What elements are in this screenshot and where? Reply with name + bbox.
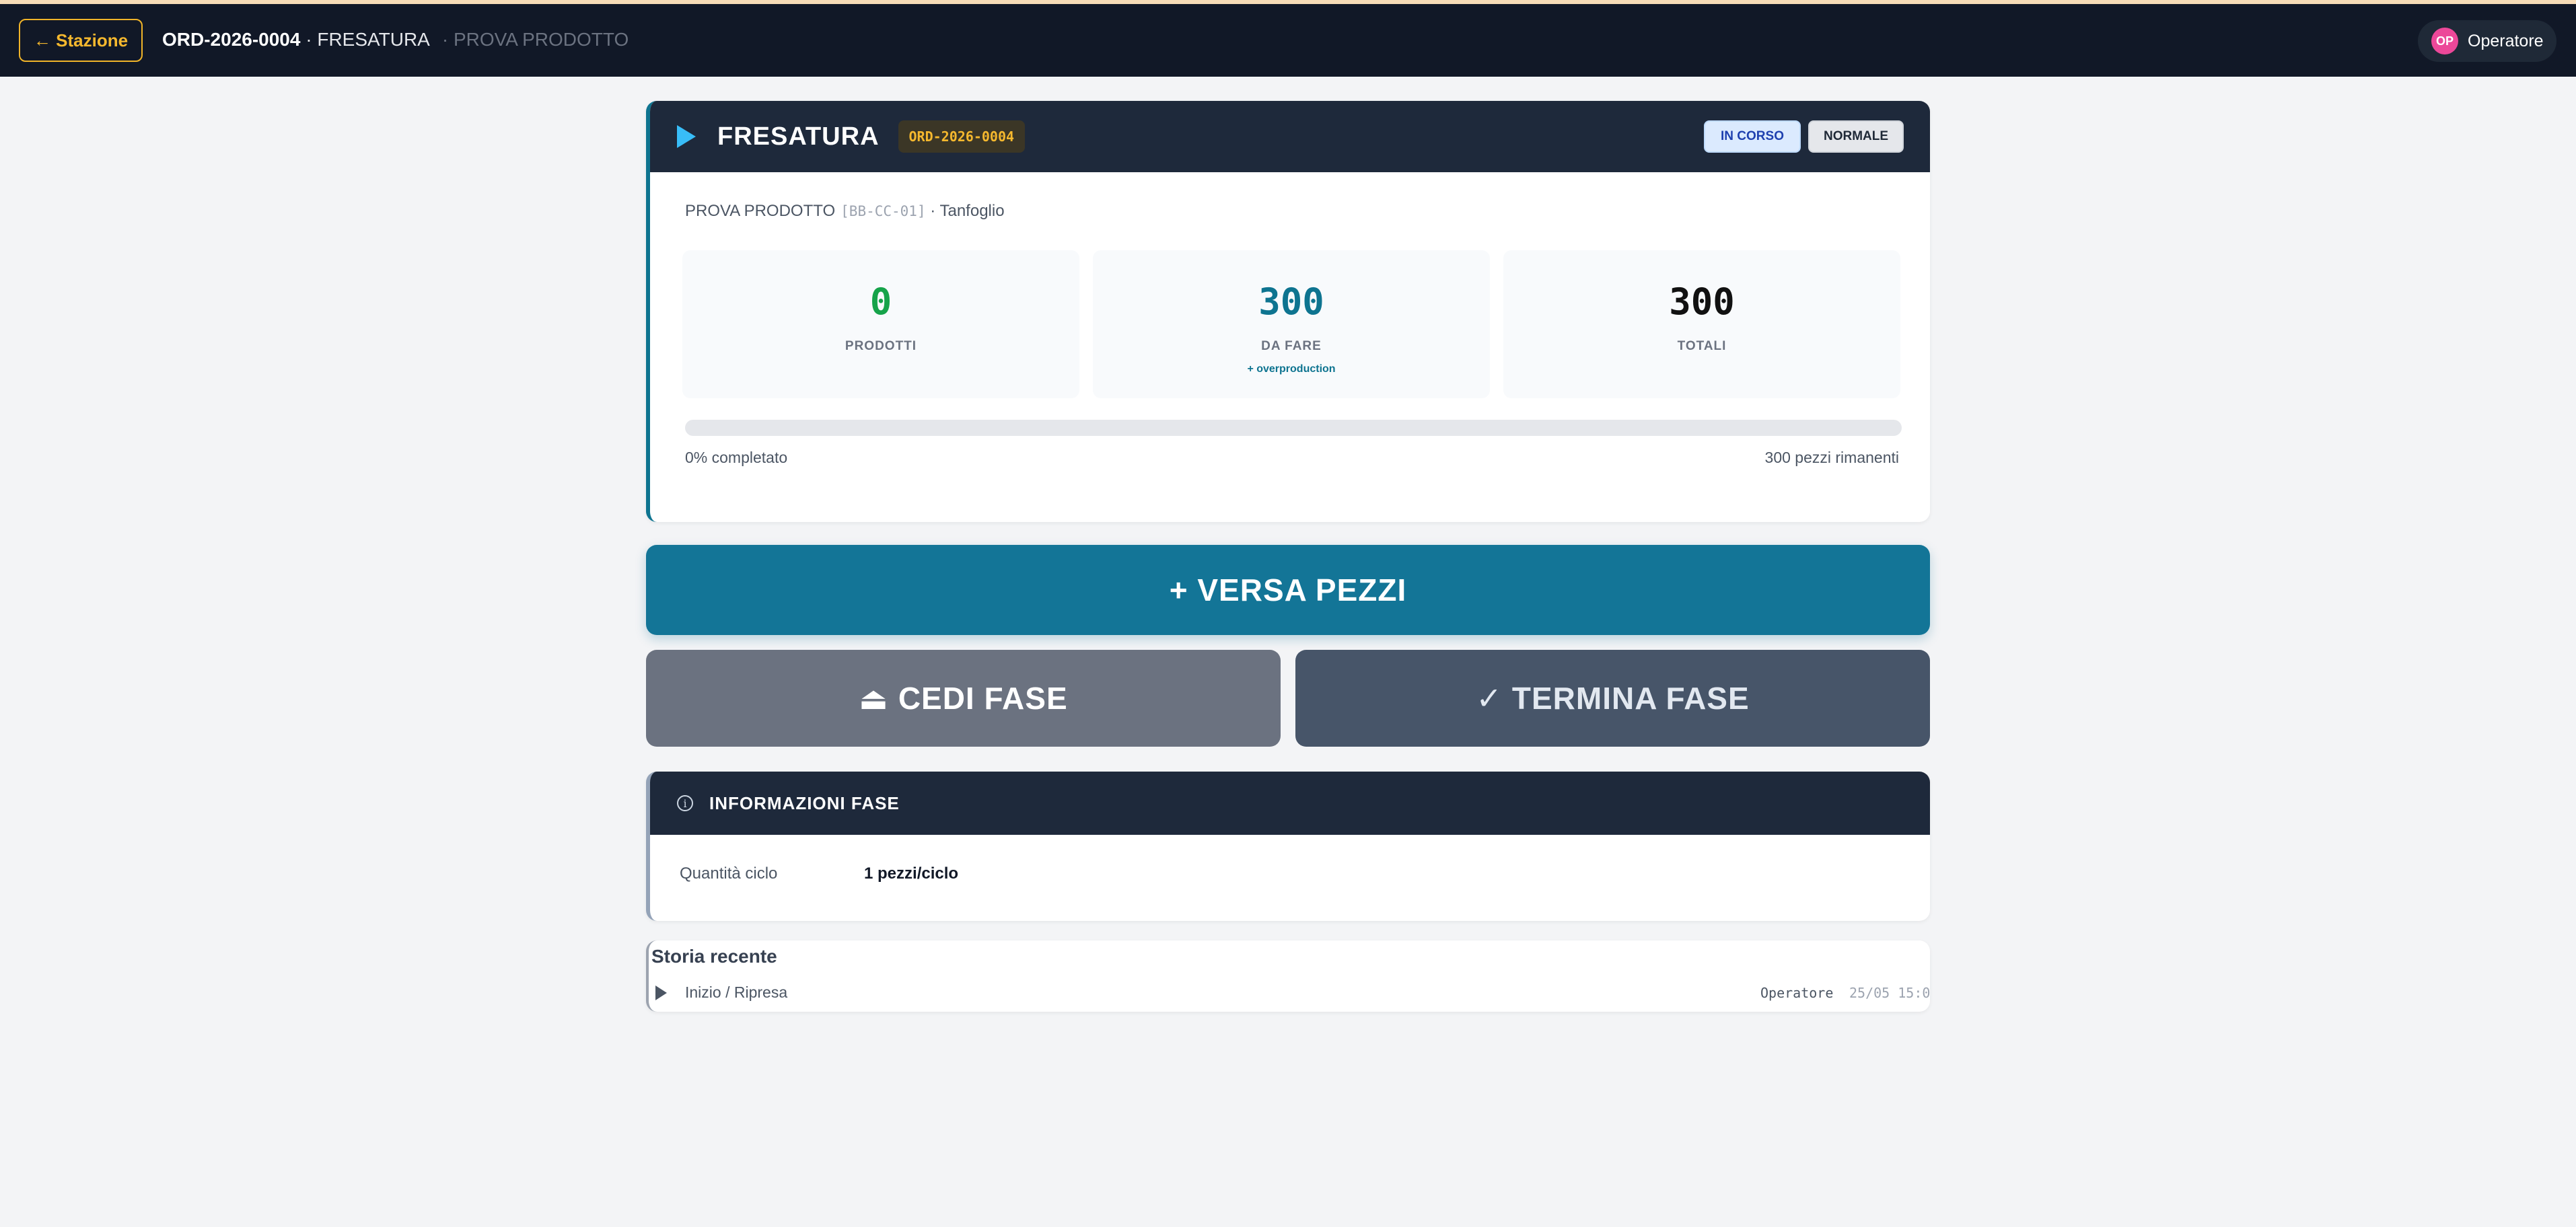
priority-badge: NORMALE xyxy=(1808,120,1904,153)
stat-todo: 300 DA FARE + overproduction xyxy=(1093,250,1490,398)
progress-percent: 0% completato xyxy=(685,449,788,466)
play-icon xyxy=(677,125,696,148)
product-name: PROVA PRODOTTO xyxy=(685,202,836,220)
stat-total: 300 TOTALI xyxy=(1503,250,1900,398)
breadcrumb-phase: FRESATURA xyxy=(317,29,430,50)
remaining-pieces: 300 pezzi rimanenti xyxy=(1764,449,1899,466)
cedi-fase-label: CEDI FASE xyxy=(898,681,1068,716)
overproduction-note: + overproduction xyxy=(1247,363,1336,375)
phase-card-header: FRESATURA ORD-2026-0004 IN CORSO NORMALE xyxy=(650,101,1930,172)
phase-info-header: i INFORMAZIONI FASE xyxy=(650,772,1930,835)
info-icon: i xyxy=(677,795,693,811)
stat-produced-label: PRODOTTI xyxy=(845,339,917,353)
termina-fase-label: TERMINA FASE xyxy=(1511,681,1750,716)
cedi-fase-button[interactable]: ⏏ CEDI FASE xyxy=(646,650,1281,747)
termina-fase-button[interactable]: ✓ TERMINA FASE xyxy=(1295,650,1930,747)
progress-bar xyxy=(685,420,1902,436)
user-name: Operatore xyxy=(2468,31,2544,50)
phase-info-title: INFORMAZIONI FASE xyxy=(709,792,900,813)
recent-history-title: Storia recente xyxy=(651,946,777,967)
stat-todo-label: DA FARE xyxy=(1261,339,1322,353)
history-user: Operatore xyxy=(1760,985,1834,1001)
product-code: [BB-CC-01] xyxy=(840,203,926,219)
versa-pezzi-button[interactable]: + VERSA PEZZI xyxy=(646,545,1930,635)
stat-produced-value: 0 xyxy=(869,281,892,323)
check-icon: ✓ xyxy=(1476,681,1503,716)
order-badge: ORD-2026-0004 xyxy=(898,120,1026,153)
status-badge: IN CORSO xyxy=(1704,120,1801,153)
breadcrumb-separator: · xyxy=(300,29,318,50)
stat-total-value: 300 xyxy=(1669,281,1735,323)
cycle-quantity-label: Quantità ciclo xyxy=(680,864,778,883)
breadcrumb-order-code: ORD-2026-0004 xyxy=(162,29,301,50)
eject-icon: ⏏ xyxy=(859,681,889,716)
stat-todo-value: 300 xyxy=(1258,281,1324,323)
breadcrumb: ORD-2026-0004 · FRESATURA · PROVA PRODOTT… xyxy=(162,29,629,50)
user-menu[interactable]: OP Operatore xyxy=(2418,20,2556,62)
product-info: PROVA PRODOTTO [BB-CC-01] · Tanfoglio xyxy=(685,202,1005,221)
play-icon xyxy=(655,986,667,1000)
stat-produced: 0 PRODOTTI xyxy=(682,250,1079,398)
customer-name: · Tanfoglio xyxy=(925,202,1005,220)
back-to-station-button[interactable]: ← Stazione xyxy=(19,19,143,62)
recent-history-card: Storia recente Inizio / Ripresa Operator… xyxy=(646,940,1930,1012)
history-event: Inizio / Ripresa xyxy=(685,983,788,1001)
phase-title: FRESATURA xyxy=(717,122,880,151)
cycle-quantity-value: 1 pezzi/ciclo xyxy=(864,864,959,883)
avatar: OP xyxy=(2431,28,2458,54)
breadcrumb-product: · PROVA PRODOTTO xyxy=(441,29,629,50)
stat-total-label: TOTALI xyxy=(1677,339,1727,353)
history-item: Inizio / Ripresa Operatore 25/05 15:01 xyxy=(649,979,1930,1006)
phase-info-card: i INFORMAZIONI FASE Quantità ciclo 1 pez… xyxy=(646,772,1930,921)
phase-card: FRESATURA ORD-2026-0004 IN CORSO NORMALE… xyxy=(646,101,1930,522)
history-time: 25/05 15:01 xyxy=(1849,985,1930,1001)
top-bar: ← Stazione ORD-2026-0004 · FRESATURA · PR… xyxy=(0,4,2576,77)
